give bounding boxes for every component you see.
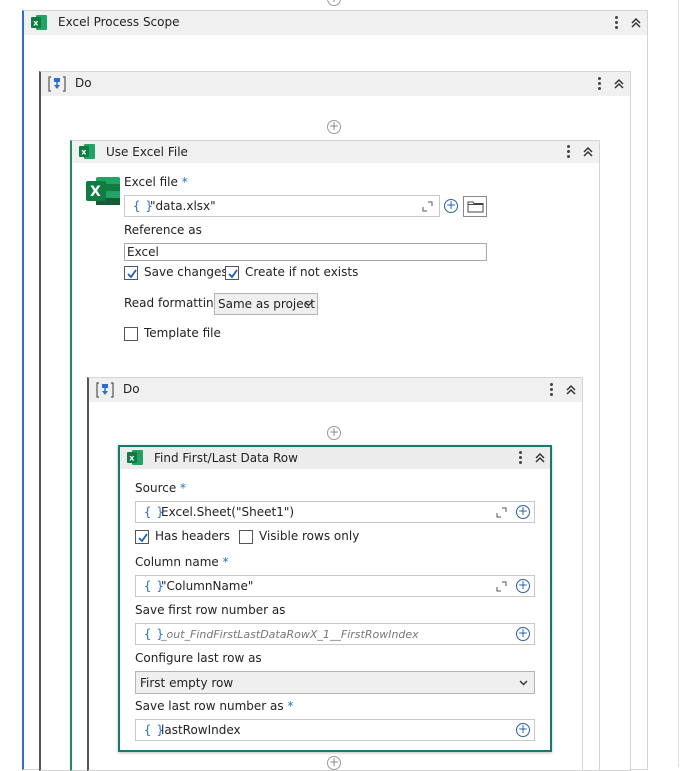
save-first-row-input[interactable]: { } _out_FindFirstLastDataRowX_1__FirstR…	[135, 623, 512, 645]
create-if-not-exists-label: Create if not exists	[245, 265, 359, 279]
plus-options-icon[interactable]: +	[516, 723, 530, 737]
sequence-icon	[48, 76, 66, 92]
add-activity-bottom-icon[interactable]: +	[327, 756, 341, 770]
use-excel-file-title: Use Excel File	[106, 145, 188, 159]
save-last-row-input[interactable]: { } lastRowIndex	[135, 719, 512, 741]
collapse-chevron-icon[interactable]	[612, 77, 626, 91]
more-options-icon[interactable]	[612, 15, 620, 31]
expression-brace-icon: { }	[133, 199, 153, 213]
add-activity-top-icon[interactable]: +	[327, 0, 341, 6]
excel-file-label: Excel file *	[124, 175, 188, 189]
more-options-icon[interactable]	[595, 76, 603, 92]
excel-icon: x	[31, 15, 47, 30]
svg-text:x: x	[33, 19, 39, 28]
svg-text:X: X	[90, 184, 101, 200]
template-file-label: Template file	[144, 326, 221, 340]
add-activity-icon[interactable]: +	[327, 120, 341, 134]
excel-icon: x	[79, 144, 95, 159]
source-label: Source *	[135, 481, 187, 495]
do-sequence-inner-header[interactable]	[89, 378, 582, 402]
browse-folder-button[interactable]	[463, 196, 487, 217]
expression-brace-icon: { }	[144, 579, 164, 593]
find-row-title: Find First/Last Data Row	[154, 451, 298, 465]
excel-large-icon: X	[86, 177, 120, 205]
create-if-not-exists-checkbox[interactable]	[225, 266, 239, 280]
collapse-chevron-icon[interactable]	[581, 145, 595, 159]
reference-as-label: Reference as	[124, 223, 202, 237]
expression-brace-icon: { }	[144, 723, 164, 737]
collapse-chevron-icon[interactable]	[629, 16, 643, 30]
has-headers-label: Has headers	[155, 529, 230, 543]
visible-rows-only-checkbox[interactable]	[239, 530, 253, 544]
more-options-icon[interactable]	[547, 382, 555, 398]
read-formatting-dropdown[interactable]: Same as project	[214, 293, 318, 315]
plus-options-icon[interactable]: +	[516, 505, 530, 519]
canvas-right-divider	[678, 0, 679, 767]
save-first-row-label: Save first row number as	[135, 603, 286, 617]
reference-as-input[interactable]: Excel	[124, 243, 487, 261]
configure-last-row-label: Configure last row as	[135, 651, 262, 665]
excel-file-input[interactable]: { } "data.xlsx"	[124, 195, 440, 217]
expression-brace-icon: { }	[144, 627, 164, 641]
plus-options-icon[interactable]: +	[516, 627, 530, 641]
excel-process-scope-title: Excel Process Scope	[58, 15, 180, 29]
do-outer-title: Do	[75, 76, 92, 90]
column-name-input[interactable]: { } "ColumnName"	[135, 575, 512, 597]
svg-text:x: x	[129, 454, 135, 463]
chevron-down-icon	[519, 680, 528, 686]
collapse-chevron-icon[interactable]	[533, 451, 547, 465]
sequence-icon	[96, 382, 114, 398]
plus-options-icon[interactable]: +	[444, 199, 458, 213]
do-inner-title: Do	[123, 382, 140, 396]
expression-brace-icon: { }	[144, 505, 164, 519]
expand-editor-icon[interactable]	[496, 581, 507, 592]
save-last-row-label: Save last row number as *	[135, 699, 294, 713]
expand-editor-icon[interactable]	[496, 507, 507, 518]
save-changes-checkbox[interactable]	[124, 266, 138, 280]
excel-icon: x	[127, 450, 143, 465]
column-name-label: Column name *	[135, 555, 229, 569]
folder-icon	[467, 201, 484, 213]
collapse-chevron-icon[interactable]	[564, 383, 578, 397]
save-changes-label: Save changes	[144, 265, 228, 279]
expand-editor-icon[interactable]	[422, 201, 433, 212]
source-input[interactable]: { } Excel.Sheet("Sheet1")	[135, 501, 512, 523]
template-file-checkbox[interactable]	[124, 327, 138, 341]
more-options-icon[interactable]	[564, 144, 572, 160]
visible-rows-only-label: Visible rows only	[259, 529, 360, 543]
more-options-icon[interactable]	[516, 450, 524, 466]
read-formatting-label: Read formatting	[124, 296, 222, 310]
configure-last-row-dropdown[interactable]: First empty row	[135, 671, 535, 694]
svg-text:x: x	[81, 148, 87, 157]
has-headers-checkbox[interactable]	[135, 530, 149, 544]
add-activity-icon[interactable]: +	[327, 426, 341, 440]
plus-options-icon[interactable]: +	[516, 579, 530, 593]
do-sequence-outer-header[interactable]	[41, 72, 630, 96]
chevron-down-icon	[304, 301, 313, 307]
